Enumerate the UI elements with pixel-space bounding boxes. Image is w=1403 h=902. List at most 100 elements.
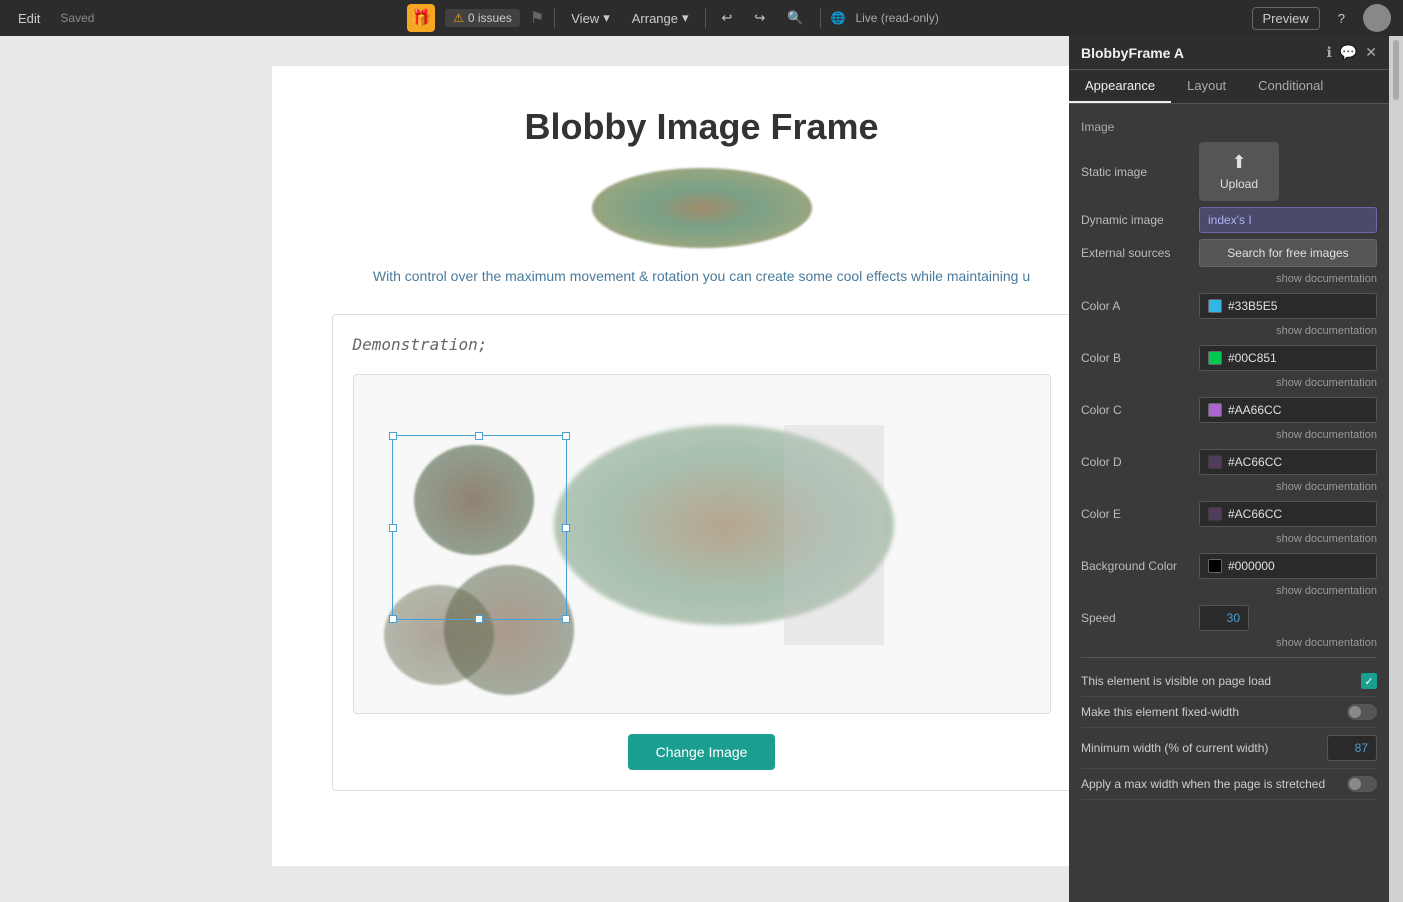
show-doc-d[interactable]: show documentation — [1081, 481, 1377, 493]
color-c-value[interactable]: #AA66CC — [1199, 397, 1377, 423]
min-width-row: Minimum width (% of current width) — [1081, 728, 1377, 769]
show-doc-speed[interactable]: show documentation — [1081, 637, 1377, 649]
static-image-row: Static image ⬆ Upload — [1081, 142, 1377, 201]
topbar-center: 🎁 ⚠ 0 issues ⚑ View ▾ Arrange ▾ ↩ ↪ 🔍 🌐 … — [407, 4, 939, 32]
color-c-swatch[interactable] — [1208, 403, 1222, 417]
tab-layout[interactable]: Layout — [1171, 70, 1242, 103]
panel-tabs: Appearance Layout Conditional — [1069, 70, 1389, 104]
close-icon[interactable]: ✕ — [1365, 44, 1377, 61]
static-image-label: Static image — [1081, 165, 1191, 179]
arrange-button[interactable]: Arrange ▾ — [626, 7, 695, 29]
saved-label: Saved — [60, 11, 94, 25]
max-width-toggle[interactable] — [1347, 776, 1377, 792]
hero-blob — [592, 168, 812, 248]
color-e-row: Color E #AC66CC — [1081, 501, 1377, 527]
bg-color-swatch[interactable] — [1208, 559, 1222, 573]
visible-on-load-row: This element is visible on page load ✓ — [1081, 666, 1377, 697]
show-doc-e[interactable]: show documentation — [1081, 533, 1377, 545]
subtitle-text: With control over the maximum movement &… — [332, 268, 1072, 284]
bg-color-value[interactable]: #000000 — [1199, 553, 1377, 579]
blob-4 — [384, 585, 494, 685]
divider — [1081, 657, 1377, 658]
max-width-label: Apply a max width when the page is stret… — [1081, 777, 1325, 791]
bg-color-hex: #000000 — [1228, 559, 1275, 573]
speed-row: Speed — [1081, 605, 1377, 631]
search-free-images-button[interactable]: Search for free images — [1199, 239, 1377, 267]
blob-overlay — [784, 425, 884, 645]
external-sources-label: External sources — [1081, 246, 1191, 260]
live-label: Live (read-only) — [855, 11, 938, 25]
color-b-swatch[interactable] — [1208, 351, 1222, 365]
upload-button[interactable]: ⬆ Upload — [1199, 142, 1279, 201]
panel-header: BlobbyFrame A ℹ 💬 ✕ — [1069, 36, 1389, 70]
color-c-row: Color C #AA66CC — [1081, 397, 1377, 423]
color-b-value[interactable]: #00C851 — [1199, 345, 1377, 371]
dynamic-image-input[interactable]: index's I — [1199, 207, 1377, 233]
divider2 — [705, 8, 706, 28]
redo-button[interactable]: ↪ — [748, 7, 771, 29]
color-d-label: Color D — [1081, 455, 1191, 469]
demo-label: Demonstration; — [353, 335, 1051, 354]
help-button[interactable]: ? — [1332, 8, 1351, 29]
bg-color-row: Background Color #000000 — [1081, 553, 1377, 579]
blob-container — [354, 375, 1050, 713]
show-doc-external[interactable]: show documentation — [1081, 273, 1377, 285]
color-e-swatch[interactable] — [1208, 507, 1222, 521]
right-panel: BlobbyFrame A ℹ 💬 ✕ Appearance Layout Co… — [1069, 36, 1389, 902]
edit-label[interactable]: Edit — [12, 8, 46, 29]
color-a-label: Color A — [1081, 299, 1191, 313]
tab-appearance[interactable]: Appearance — [1069, 70, 1171, 103]
search-button[interactable]: 🔍 — [781, 7, 809, 29]
color-e-value[interactable]: #AC66CC — [1199, 501, 1377, 527]
fixed-width-row: Make this element fixed-width — [1081, 697, 1377, 728]
upload-icon: ⬆ — [1231, 152, 1246, 173]
view-button[interactable]: View ▾ — [565, 7, 615, 29]
color-c-label: Color C — [1081, 403, 1191, 417]
show-doc-c[interactable]: show documentation — [1081, 429, 1377, 441]
canvas-scrollbar[interactable] — [1389, 36, 1403, 902]
undo-button[interactable]: ↩ — [716, 7, 739, 29]
color-a-swatch[interactable] — [1208, 299, 1222, 313]
tab-conditional[interactable]: Conditional — [1242, 70, 1339, 103]
chevron-down-icon: ▾ — [603, 10, 610, 26]
show-doc-a[interactable]: show documentation — [1081, 325, 1377, 337]
show-doc-b[interactable]: show documentation — [1081, 377, 1377, 389]
divider3 — [820, 8, 821, 28]
color-b-hex: #00C851 — [1228, 351, 1277, 365]
color-a-value[interactable]: #33B5E5 — [1199, 293, 1377, 319]
min-width-input[interactable] — [1327, 735, 1377, 761]
fixed-width-toggle[interactable] — [1347, 704, 1377, 720]
canvas-content: Blobby Image Frame With control over the… — [272, 66, 1132, 866]
color-a-row: Color A #33B5E5 — [1081, 293, 1377, 319]
demo-canvas[interactable] — [353, 374, 1051, 714]
visible-on-load-checkbox[interactable]: ✓ — [1361, 673, 1377, 689]
panel-body: Image Static image ⬆ Upload Dynamic imag… — [1069, 104, 1389, 812]
change-image-button[interactable]: Change Image — [628, 734, 776, 770]
color-d-swatch[interactable] — [1208, 455, 1222, 469]
visible-on-load-label: This element is visible on page load — [1081, 674, 1271, 688]
show-doc-bg[interactable]: show documentation — [1081, 585, 1377, 597]
color-d-hex: #AC66CC — [1228, 455, 1282, 469]
comment-icon[interactable]: 💬 — [1340, 44, 1357, 61]
preview-button[interactable]: Preview — [1252, 7, 1320, 30]
hero-image-area — [332, 168, 1072, 248]
color-e-label: Color E — [1081, 507, 1191, 521]
color-d-row: Color D #AC66CC — [1081, 449, 1377, 475]
avatar[interactable] — [1363, 4, 1391, 32]
fixed-width-label: Make this element fixed-width — [1081, 705, 1239, 719]
gift-icon[interactable]: 🎁 — [407, 4, 435, 32]
panel-title: BlobbyFrame A — [1081, 45, 1184, 61]
issues-count: 0 issues — [468, 11, 512, 25]
color-c-hex: #AA66CC — [1228, 403, 1281, 417]
external-sources-row: External sources Search for free images — [1081, 239, 1377, 267]
scrollbar-thumb[interactable] — [1393, 40, 1399, 100]
info-icon[interactable]: ℹ — [1327, 44, 1332, 61]
speed-input[interactable] — [1199, 605, 1249, 631]
dynamic-image-label: Dynamic image — [1081, 213, 1191, 227]
issues-badge[interactable]: ⚠ 0 issues — [445, 9, 520, 27]
color-d-value[interactable]: #AC66CC — [1199, 449, 1377, 475]
chevron-down-icon: ▾ — [682, 10, 689, 26]
demo-section: Demonstration; — [332, 314, 1072, 791]
topbar: Edit Saved 🎁 ⚠ 0 issues ⚑ View ▾ Arrange… — [0, 0, 1403, 36]
topbar-right: Preview ? — [1252, 4, 1391, 32]
